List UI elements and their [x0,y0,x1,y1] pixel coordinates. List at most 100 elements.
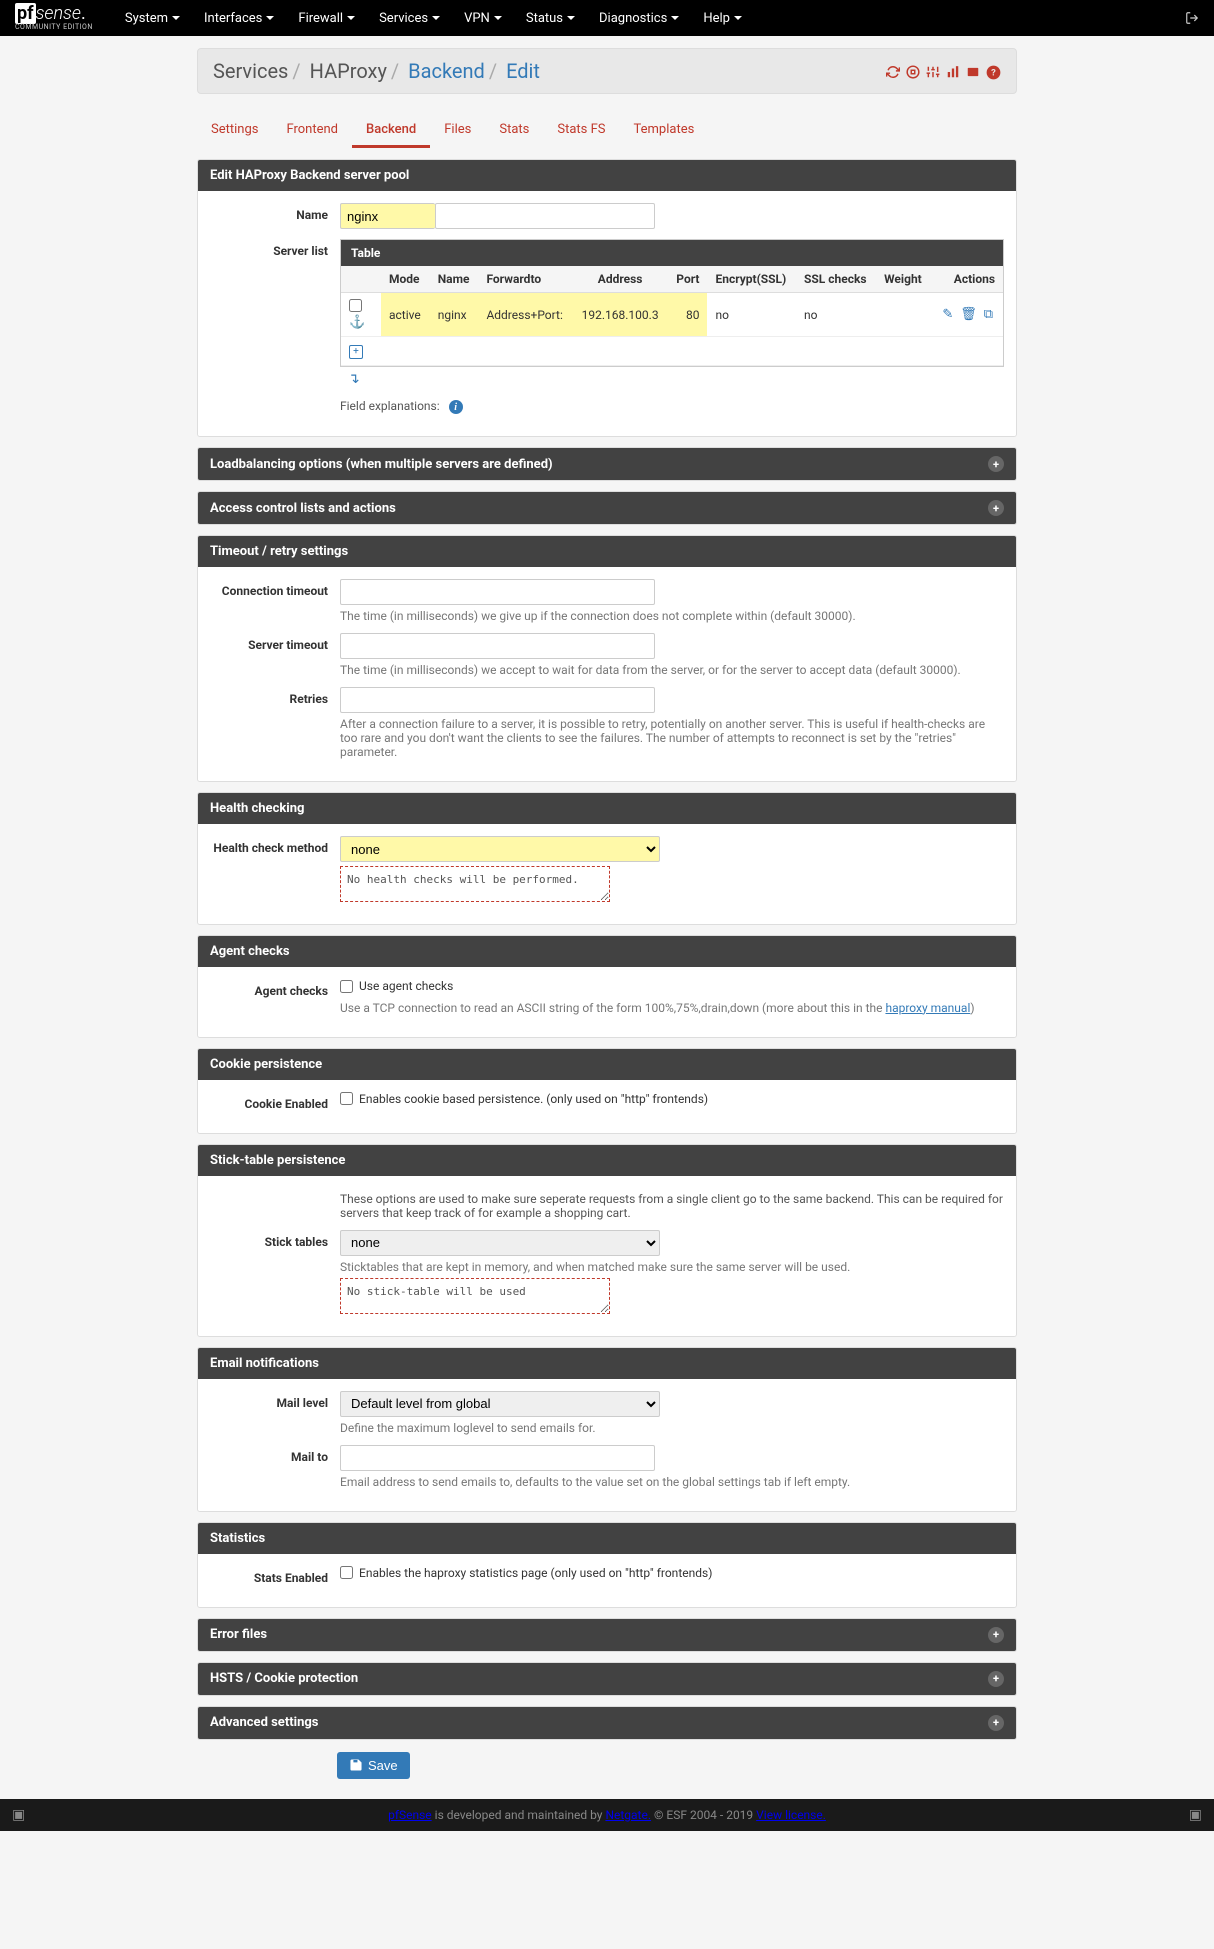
stats-enabled-label: Enables the haproxy statistics page (onl… [359,1566,712,1580]
panel-head-hsts[interactable]: HSTS / Cookie protection+ [198,1663,1016,1695]
footer-license-link[interactable]: View license. [756,1808,826,1822]
retries-input[interactable] [340,687,655,713]
footer-pfsense-link[interactable]: pfSense [388,1808,432,1822]
bc-edit[interactable]: Edit [506,59,540,83]
name-input-ext[interactable] [435,203,655,229]
nav-vpn[interactable]: VPN [452,11,514,26]
label-mail-level: Mail level [210,1391,340,1410]
panel-error: Error files+ [197,1618,1017,1652]
help-icon[interactable]: ? [986,62,1001,80]
th-sslchecks: SSL checks [796,266,876,293]
expand-icon[interactable]: + [988,456,1004,472]
panel-head-lb[interactable]: Loadbalancing options (when multiple ser… [198,448,1016,480]
footer-left-icon[interactable]: ▣ [12,1807,25,1823]
expand-icon[interactable]: + [988,500,1004,516]
panel-head-acl[interactable]: Access control lists and actions+ [198,492,1016,524]
refresh-icon[interactable] [886,62,900,80]
cell-encrypt: no [707,293,796,337]
server-timeout-input[interactable] [340,633,655,659]
panel-head-email: Email notifications [198,1348,1016,1379]
label-mail-to: Mail to [210,1445,340,1464]
delete-icon[interactable]: 🗑 [960,307,977,322]
mail-to-input[interactable] [340,1445,655,1471]
expand-icon[interactable]: + [988,1715,1004,1731]
nav-interfaces[interactable]: Interfaces [192,11,286,26]
table-row: ⚓ active nginx Address+Port: 192.168.100… [341,293,1003,337]
svg-text:?: ? [991,67,996,78]
edit-icon[interactable]: ✎ [942,307,953,322]
nav-menu: System Interfaces Firewall Services VPN … [113,11,1185,26]
th-name: Name [430,266,479,293]
tab-settings[interactable]: Settings [197,114,272,148]
panel-head-error[interactable]: Error files+ [198,1619,1016,1651]
tab-statsfs[interactable]: Stats FS [543,114,619,148]
logout-icon[interactable] [1185,10,1199,26]
add-row-icon[interactable]: + [349,345,363,359]
panel-head-edit-pool: Edit HAProxy Backend server pool [198,160,1016,191]
nav-system[interactable]: System [113,11,192,26]
panel-advanced: Advanced settings+ [197,1706,1017,1740]
bc-haproxy[interactable]: HAProxy [310,59,387,83]
settings-icon[interactable] [926,62,940,80]
panel-email: Email notifications Mail level Default l… [197,1347,1017,1512]
health-method-select[interactable]: none [340,836,660,862]
tab-files[interactable]: Files [430,114,485,148]
stick-tables-select[interactable]: none [340,1230,660,1256]
panel-agent: Agent checks Agent checks Use agent chec… [197,935,1017,1038]
th-port: Port [668,266,708,293]
label-stats-enabled: Stats Enabled [210,1566,340,1585]
panel-head-stats: Statistics [198,1523,1016,1554]
log-icon[interactable] [966,62,980,80]
nav-services[interactable]: Services [367,11,452,26]
footer-netgate-link[interactable]: Netgate. [605,1808,651,1822]
copy-icon[interactable]: ⧉ [984,307,993,322]
panel-timeout: Timeout / retry settings Connection time… [197,535,1017,782]
bc-services[interactable]: Services [213,59,288,83]
cell-mode: active [381,293,430,337]
help-retries: After a connection failure to a server, … [340,717,1004,759]
nav-help[interactable]: Help [691,11,754,26]
row-checkbox[interactable] [349,299,362,312]
stats-enabled-checkbox[interactable] [340,1566,353,1579]
reorder-icon[interactable]: ↴ [340,367,1004,391]
sticktable-intro: These options are used to make sure sepe… [340,1192,1004,1220]
tab-stats[interactable]: Stats [485,114,543,148]
save-button[interactable]: Save [337,1752,410,1779]
expand-icon[interactable]: + [988,1671,1004,1687]
agent-checks-checkbox[interactable] [340,980,353,993]
tab-frontend[interactable]: Frontend [272,114,352,148]
name-input[interactable] [340,203,435,229]
stop-icon[interactable] [906,62,920,80]
conn-timeout-input[interactable] [340,579,655,605]
mail-level-help: Define the maximum loglevel to send emai… [340,1421,1004,1435]
mail-level-select[interactable]: Default level from global [340,1391,660,1417]
footer: ▣ pfSense is developed and maintained by… [0,1799,1214,1831]
field-explanations: Field explanations: i [340,399,1004,415]
footer-right-icon[interactable]: ▣ [1189,1807,1202,1823]
help-conn-timeout: The time (in milliseconds) we give up if… [340,609,1004,623]
logo[interactable]: pfsense. COMMUNITY EDITION [15,5,93,31]
nav-firewall[interactable]: Firewall [286,11,367,26]
tab-templates[interactable]: Templates [620,114,709,148]
anchor-icon[interactable]: ⚓ [349,315,365,330]
info-icon[interactable]: i [449,400,463,414]
nav-status[interactable]: Status [514,11,587,26]
panel-head-advanced[interactable]: Advanced settings+ [198,1707,1016,1739]
agent-help: Use a TCP connection to read an ASCII st… [340,1001,885,1015]
mail-to-help: Email address to send emails to, default… [340,1475,1004,1489]
tab-backend[interactable]: Backend [352,114,430,148]
panel-lb-options: Loadbalancing options (when multiple ser… [197,447,1017,481]
panel-head-cookie: Cookie persistence [198,1049,1016,1080]
panel-head-sticktable: Stick-table persistence [198,1145,1016,1176]
label-cookie-enabled: Cookie Enabled [210,1092,340,1111]
panel-acl: Access control lists and actions+ [197,491,1017,525]
cookie-enabled-label: Enables cookie based persistence. (only … [359,1092,708,1106]
haproxy-manual-link[interactable]: haproxy manual [885,1001,970,1015]
breadcrumb: Services/ HAProxy/ Backend/ Edit [213,59,540,83]
label-agent-checks: Agent checks [210,979,340,998]
nav-diagnostics[interactable]: Diagnostics [587,11,691,26]
cookie-enabled-checkbox[interactable] [340,1092,353,1105]
expand-icon[interactable]: + [988,1627,1004,1643]
bc-backend[interactable]: Backend [408,59,485,83]
chart-icon[interactable] [946,62,960,80]
